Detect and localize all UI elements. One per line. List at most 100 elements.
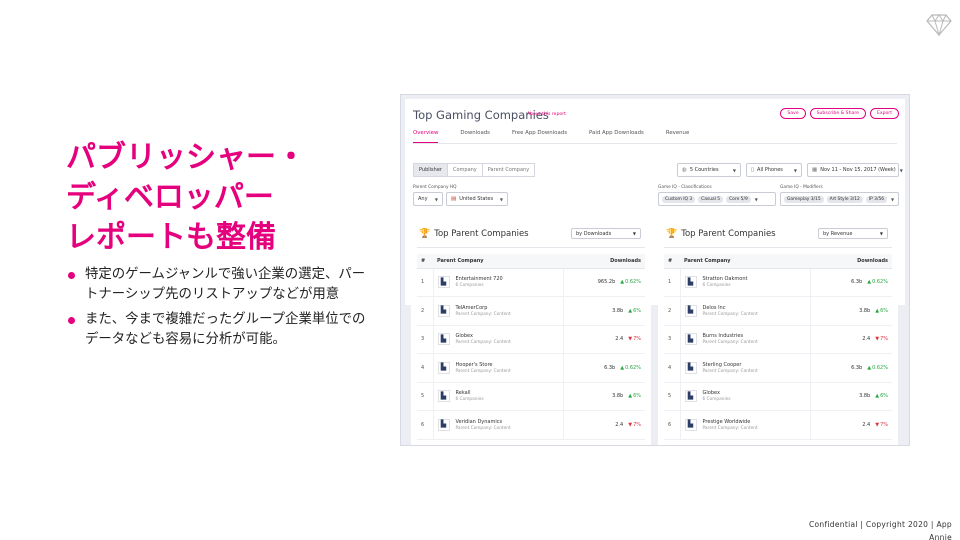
- downloads-cell: 2.4 ▼7%: [810, 325, 892, 354]
- company-name[interactable]: Veridian Dynamics: [456, 419, 511, 425]
- company-name[interactable]: Globex: [703, 390, 731, 396]
- company-name[interactable]: Prestige Worldwide: [703, 419, 758, 425]
- change-value: 6%: [880, 393, 888, 400]
- classification-chip[interactable]: Core 5/9: [726, 195, 751, 203]
- downloads-value: 2.4: [862, 336, 871, 343]
- date-range-value: Nov 11 - Nov 15, 2017 (Week): [820, 167, 896, 173]
- company-subtitle: 6 Companies: [455, 283, 484, 289]
- segment-company[interactable]: Company: [448, 164, 483, 176]
- segment-parent-company[interactable]: Parent Company: [483, 164, 534, 176]
- col-header-rank[interactable]: #: [664, 254, 680, 269]
- headline-line-1: パブリッシャー・: [66, 140, 306, 175]
- subscribe-share-button[interactable]: Subscribe & Share: [809, 108, 866, 119]
- company-name[interactable]: Hooper's Store: [456, 362, 511, 368]
- change-value: 7%: [880, 421, 888, 428]
- arrow-down-icon: ▼: [628, 421, 633, 428]
- export-button[interactable]: Export: [869, 108, 899, 119]
- company-cell: ▙ Stratton Oakmont 6 Companies: [679, 268, 811, 297]
- company-name[interactable]: Globex: [456, 333, 511, 339]
- rank-cell: 6: [417, 410, 433, 440]
- company-cell: ▙ Delos Inc Parent Company: Content: [679, 296, 811, 326]
- classification-chip[interactable]: Custom IQ 3: [662, 195, 696, 203]
- company-name[interactable]: Delos Inc: [703, 305, 758, 311]
- company-name[interactable]: TelAmerCorp: [456, 305, 511, 311]
- table-row[interactable]: 5 ▙ Globex 6 Companies 3.8b ▲6%: [664, 382, 892, 411]
- company-name[interactable]: Burns Industries: [703, 333, 758, 339]
- building-icon: ▙: [684, 304, 697, 317]
- modifier-chip[interactable]: Gameplay 3/15: [784, 195, 824, 203]
- trophy-icon: 🏆: [666, 229, 678, 239]
- diamond-icon: [926, 14, 952, 37]
- col-header-downloads[interactable]: Downloads: [810, 254, 892, 269]
- footer: Confidential | Copyright 2020 | App Anni…: [802, 518, 952, 540]
- table-row[interactable]: 3 ▙ Globex Parent Company: Content 2.4 ▼7%: [417, 325, 645, 354]
- companies-table: # Parent Company Downloads 1 ▙ Entertainme…: [417, 254, 645, 440]
- modifiers-label: Game IQ - Modifiers: [780, 185, 823, 190]
- downloads-value: 6.3b: [851, 364, 863, 371]
- tab-paid-app-downloads[interactable]: Paid App Downloads: [589, 130, 644, 143]
- card-title-text: Top Parent Companies: [681, 229, 776, 239]
- modifier-chip[interactable]: Art Style 3/12: [826, 195, 863, 203]
- change-value: 7%: [880, 336, 888, 343]
- table-row[interactable]: 3 ▙ Burns Industries Parent Company: Conten…: [664, 325, 892, 354]
- tab-overview[interactable]: Overview: [413, 130, 439, 143]
- table-row[interactable]: 1 ▙ Entertainment 720 6 Companies 965.2b ▲0.6…: [417, 268, 645, 297]
- company-cell: ▙ Globex Parent Company: Content: [432, 325, 564, 354]
- col-header-parent-company[interactable]: Parent Company: [680, 254, 810, 269]
- tab-revenue[interactable]: Revenue: [666, 130, 689, 143]
- table-row[interactable]: 4 ▙ Sterling Cooper Parent Company: Content…: [664, 353, 892, 383]
- classifications-filter[interactable]: Custom IQ 3 Casual 5 Core 5/9 ▼: [658, 192, 776, 206]
- table-row[interactable]: 5 ▙ Rekall 6 Companies 3.8b ▲6%: [417, 382, 645, 411]
- table-row[interactable]: 2 ▙ Delos Inc Parent Company: Content 3.8b ▲6…: [664, 296, 892, 326]
- table-row[interactable]: 6 ▙ Veridian Dynamics Parent Company: Conte…: [417, 410, 645, 440]
- downloads-cell: 965.2b ▲0.62%: [563, 268, 645, 297]
- company-name[interactable]: Sterling Cooper: [703, 362, 758, 368]
- building-icon: ▙: [437, 361, 450, 374]
- date-range-dropdown[interactable]: ▦ Nov 11 - Nov 15, 2017 (Week) ▼: [807, 163, 903, 177]
- change-value: 0.62%: [872, 279, 888, 286]
- table-body: 1 ▙ Stratton Oakmont 6 Companies 6.3b ▲0.62% 2…: [664, 268, 892, 440]
- tab-downloads[interactable]: Downloads: [460, 130, 490, 143]
- segment-publisher[interactable]: Publisher: [414, 164, 448, 176]
- change-value: 6%: [633, 307, 641, 314]
- table-row[interactable]: 4 ▙ Hooper's Store Parent Company: Content 6…: [417, 353, 645, 383]
- countries-dropdown[interactable]: ◍ 5 Countries ▼: [677, 163, 741, 177]
- entity-segment-control: Publisher Company Parent Company: [413, 163, 536, 177]
- about-report-link[interactable]: About this report: [527, 112, 566, 117]
- company-name[interactable]: Entertainment 720: [456, 276, 503, 282]
- trophy-icon: 🏆: [419, 229, 431, 239]
- table-row[interactable]: 6 ▙ Prestige Worldwide Parent Company: Cont…: [664, 410, 892, 440]
- save-button[interactable]: Save: [780, 108, 806, 119]
- bullet-dot-icon: [68, 272, 75, 279]
- table-row[interactable]: 1 ▙ Stratton Oakmont 6 Companies 6.3b ▲0.62%: [664, 268, 892, 297]
- company-name[interactable]: Stratton Oakmont: [703, 276, 748, 282]
- downloads-cell: 6.3b ▲0.62%: [563, 353, 645, 383]
- building-icon: ▙: [437, 333, 450, 346]
- chevron-down-icon: ▼: [899, 167, 903, 173]
- modifiers-filter[interactable]: Gameplay 3/15 Art Style 3/12 IP 3/56 ▼: [780, 192, 899, 206]
- sort-dropdown[interactable]: by Downloads ▼: [571, 228, 641, 239]
- arrow-up-icon: ▲: [875, 307, 880, 314]
- card-divider: [664, 247, 892, 248]
- col-header-rank[interactable]: #: [417, 254, 433, 269]
- rank-cell: 3: [664, 325, 680, 354]
- hq-country-dropdown[interactable]: ▤ United States ▼: [446, 192, 508, 206]
- table-row[interactable]: 2 ▙ TelAmerCorp Parent Company: Content 3.8b…: [417, 296, 645, 326]
- tab-free-app-downloads[interactable]: Free App Downloads: [512, 130, 567, 143]
- devices-dropdown[interactable]: ▯ All Phones ▼: [746, 163, 802, 177]
- building-icon: ▙: [684, 390, 697, 403]
- classifications-label: Game IQ - Classifications: [658, 185, 712, 190]
- downloads-cell: 3.8b ▲6%: [810, 296, 892, 326]
- col-header-parent-company[interactable]: Parent Company: [433, 254, 563, 269]
- chevron-down-icon: ▼: [879, 231, 883, 236]
- hq-any-dropdown[interactable]: Any ▼: [413, 192, 443, 206]
- modifier-chip[interactable]: IP 3/56: [865, 195, 888, 203]
- sort-dropdown[interactable]: by Revenue ▼: [818, 228, 888, 239]
- classification-chip[interactable]: Casual 5: [698, 195, 724, 203]
- building-icon: ▙: [437, 418, 450, 431]
- phone-icon: ▯: [751, 167, 755, 173]
- arrow-down-icon: ▼: [628, 336, 633, 343]
- company-subtitle: Parent Company: Content: [455, 340, 511, 346]
- company-name[interactable]: Rekall: [456, 390, 484, 396]
- col-header-downloads[interactable]: Downloads: [563, 254, 645, 269]
